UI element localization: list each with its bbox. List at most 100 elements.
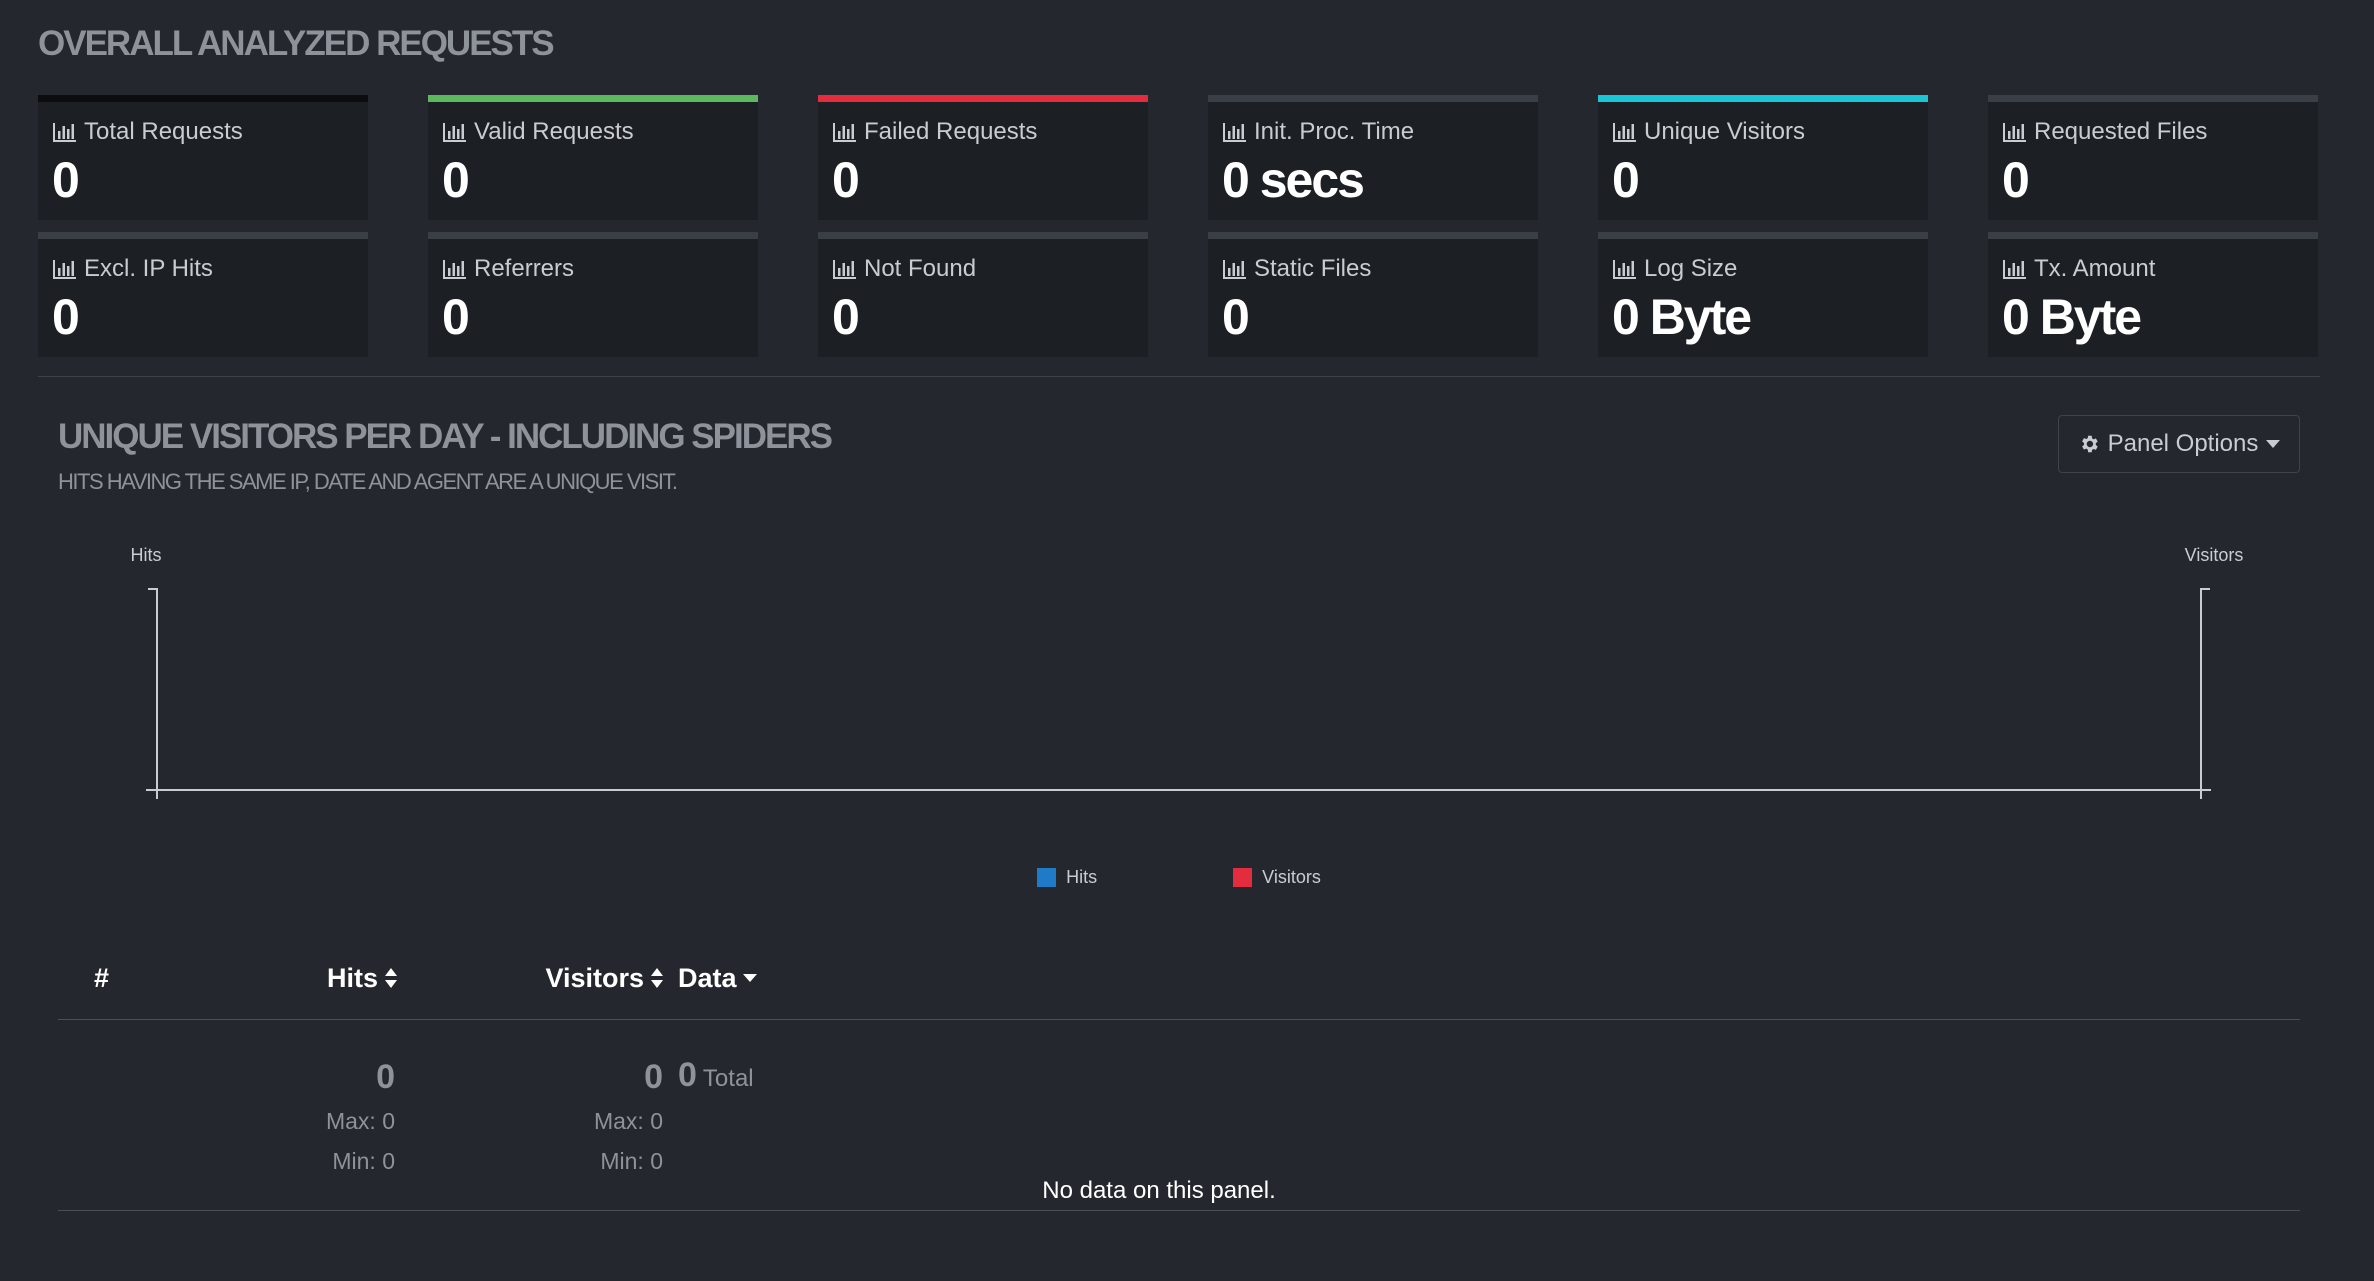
column-header-label: # <box>94 962 110 993</box>
data-total: 0 Total <box>678 1056 754 1095</box>
overview-cards: Total Requests 0 Valid Requests 0 Failed… <box>38 95 2320 357</box>
card-valid-requests: Valid Requests 0 <box>428 95 758 220</box>
sort-icon <box>651 968 663 988</box>
card-label-row: Static Files <box>1222 255 1524 283</box>
card-value: 0 <box>1222 289 1250 345</box>
table-header: # Hits Visitors Data <box>58 937 2300 1020</box>
bar-chart-icon <box>53 260 76 279</box>
card-not-found: Not Found 0 <box>818 232 1148 357</box>
visitors-min: Min: 0 <box>600 1148 663 1174</box>
visitors-chart: Hits Visitors <box>131 545 2244 799</box>
legend-label: Visitors <box>1262 867 1321 887</box>
bar-chart-icon <box>443 123 466 142</box>
card-value: 0 <box>832 152 860 208</box>
column-header-hits[interactable]: Hits <box>278 937 398 1019</box>
bar-chart-icon <box>53 123 76 142</box>
panel-title: UNIQUE VISITORS PER DAY - INCLUDING SPID… <box>58 417 833 456</box>
card-label: Total Requests <box>84 118 243 145</box>
bar-chart-icon <box>2003 260 2026 279</box>
card-label-row: Failed Requests <box>832 118 1134 146</box>
card-label: Excl. IP Hits <box>84 255 213 282</box>
empty-message: No data on this panel. <box>1042 1177 1276 1204</box>
column-header-number: # <box>94 937 109 1019</box>
y-axis-left <box>148 588 158 799</box>
legend-swatch-visitors <box>1233 868 1253 887</box>
y-axis-right-label: Visitors <box>2185 545 2244 565</box>
column-header-label: Visitors <box>545 962 644 993</box>
card-value: 0 <box>52 289 80 345</box>
column-header-label: Hits <box>326 962 378 993</box>
card-label-row: Excl. IP Hits <box>52 255 354 283</box>
bar-chart-icon <box>833 260 856 279</box>
card-label: Init. Proc. Time <box>1254 118 1415 145</box>
chart-legend: Hits Visitors <box>38 867 2320 888</box>
dashboard-page: OVERALL ANALYZED REQUESTS Total Requests… <box>0 0 2374 1281</box>
card-value: 0 secs <box>1222 152 1365 208</box>
panel-options-button[interactable]: Panel Options <box>2058 415 2300 473</box>
bar-chart-icon <box>1223 260 1246 279</box>
card-value: 0 Byte <box>2002 289 2142 345</box>
column-header-data[interactable]: Data <box>678 937 757 1019</box>
card-value: 0 <box>442 289 470 345</box>
visitors-table: # Hits Visitors Data 0 Max: 0 Min: 0 0 M… <box>58 937 2300 1211</box>
bar-chart-icon <box>1613 260 1636 279</box>
card-unique-visitors: Unique Visitors 0 <box>1598 95 1928 220</box>
card-total-requests: Total Requests 0 <box>38 95 368 220</box>
card-label: Tx. Amount <box>2034 255 2156 282</box>
card-value: 0 <box>442 152 470 208</box>
bar-chart-icon <box>1223 123 1246 142</box>
card-label-row: Unique Visitors <box>1612 118 1914 146</box>
card-requested-files: Requested Files 0 <box>1988 95 2318 220</box>
card-label-row: Referrers <box>442 255 744 283</box>
caret-down-icon <box>2266 440 2281 448</box>
card-label: Not Found <box>864 255 977 282</box>
bar-chart-icon <box>1613 123 1636 142</box>
hits-total: 0 <box>376 1058 395 1096</box>
card-tx-amount: Tx. Amount 0 Byte <box>1988 232 2318 357</box>
data-total-value: 0 <box>678 1056 697 1094</box>
card-static-files: Static Files 0 <box>1208 232 1538 357</box>
legend-label: Hits <box>1066 867 1098 887</box>
card-label-row: Valid Requests <box>442 118 744 146</box>
legend-item-visitors[interactable]: Visitors <box>1233 867 1321 888</box>
x-axis <box>146 789 2211 799</box>
visitors-total: 0 <box>644 1058 663 1096</box>
card-label: Failed Requests <box>864 118 1038 145</box>
data-total-label: Total <box>702 1065 754 1092</box>
sort-icon <box>385 968 397 988</box>
card-label: Valid Requests <box>474 118 634 145</box>
card-value: 0 <box>1612 152 1640 208</box>
card-init-proc-time: Init. Proc. Time 0 secs <box>1208 95 1538 220</box>
column-header-label: Data <box>678 962 737 993</box>
y-axis-left-label: Hits <box>131 545 162 565</box>
bar-chart-icon <box>2003 123 2026 142</box>
panel-options-label: Panel Options <box>2107 430 2259 457</box>
hits-max: Max: 0 <box>325 1108 395 1134</box>
visitors-panel: UNIQUE VISITORS PER DAY - INCLUDING SPID… <box>38 376 2320 1281</box>
gear-icon <box>2081 435 2098 453</box>
bar-chart-icon <box>443 260 466 279</box>
card-failed-requests: Failed Requests 0 <box>818 95 1148 220</box>
card-label-row: Init. Proc. Time <box>1222 118 1524 146</box>
card-log-size: Log Size 0 Byte <box>1598 232 1928 357</box>
y-axis-right <box>2200 588 2210 799</box>
card-label: Log Size <box>1644 255 1738 282</box>
card-label-row: Requested Files <box>2002 118 2304 146</box>
bar-chart-icon <box>833 123 856 142</box>
card-label: Unique Visitors <box>1644 118 1805 145</box>
hits-min: Min: 0 <box>332 1148 395 1174</box>
card-label: Requested Files <box>2034 118 2208 145</box>
column-header-visitors[interactable]: Visitors <box>478 937 664 1019</box>
visitors-max: Max: 0 <box>593 1108 663 1134</box>
overview-title: OVERALL ANALYZED REQUESTS <box>38 24 555 63</box>
card-value: 0 <box>832 289 860 345</box>
card-referrers: Referrers 0 <box>428 232 758 357</box>
card-excl-ip-hits: Excl. IP Hits 0 <box>38 232 368 357</box>
card-label: Static Files <box>1254 255 1372 282</box>
card-value: 0 <box>2002 152 2030 208</box>
panel-subtitle: HITS HAVING THE SAME IP, DATE AND AGENT … <box>58 469 678 494</box>
card-value: 0 <box>52 152 80 208</box>
legend-item-hits[interactable]: Hits <box>1037 867 1097 888</box>
caret-down-icon <box>742 974 757 982</box>
card-label-row: Log Size <box>1612 255 1914 283</box>
